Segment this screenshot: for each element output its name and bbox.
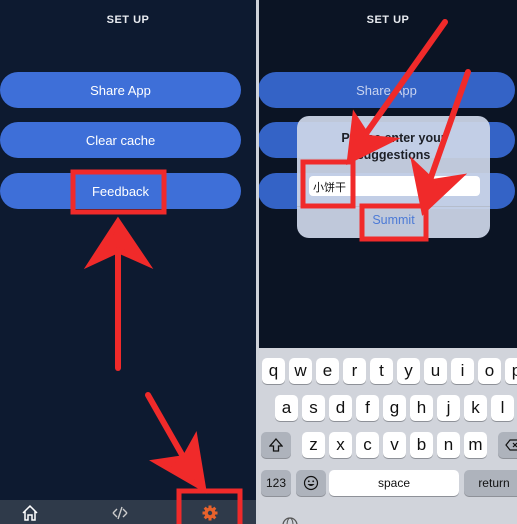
emoji-key[interactable] — [296, 470, 326, 496]
clear-cache-button[interactable]: Clear cache — [0, 122, 241, 158]
delete-key[interactable] — [498, 432, 517, 458]
key-r[interactable]: r — [343, 358, 366, 384]
space-key[interactable]: space — [329, 470, 459, 496]
key-e[interactable]: e — [316, 358, 339, 384]
key-a[interactable]: a — [275, 395, 298, 421]
key-v[interactable]: v — [383, 432, 406, 458]
tab-settings[interactable] — [199, 503, 221, 523]
tab-share[interactable] — [109, 503, 131, 523]
feedback-screen: SET UP Share App Please enter your sugges… — [259, 0, 517, 524]
dialog-separator — [297, 206, 490, 207]
key-k[interactable]: k — [464, 395, 487, 421]
key-z[interactable]: z — [302, 432, 325, 458]
gear-icon — [202, 505, 218, 521]
key-q[interactable]: q — [262, 358, 285, 384]
key-l[interactable]: l — [491, 395, 514, 421]
key-n[interactable]: n — [437, 432, 460, 458]
share-app-button[interactable]: Share App — [259, 72, 515, 108]
shift-key[interactable] — [261, 432, 291, 458]
key-h[interactable]: h — [410, 395, 433, 421]
numbers-key[interactable]: 123 — [261, 470, 291, 496]
shift-icon — [269, 438, 283, 452]
suggestion-dialog: Please enter your suggestions 小饼干 Summit — [297, 116, 490, 238]
return-key[interactable]: return — [464, 470, 517, 496]
key-w[interactable]: w — [289, 358, 312, 384]
keyboard: q w e r t y u i o p a s d f g h j k l z x c v b n m 123 space return — [259, 348, 517, 524]
key-i[interactable]: i — [451, 358, 474, 384]
page-title: SET UP — [106, 14, 150, 26]
key-j[interactable]: j — [437, 395, 460, 421]
share-app-button[interactable]: Share App — [0, 72, 241, 108]
home-icon — [22, 504, 38, 521]
key-y[interactable]: y — [397, 358, 420, 384]
globe-icon[interactable] — [281, 516, 299, 524]
key-u[interactable]: u — [424, 358, 447, 384]
key-x[interactable]: x — [329, 432, 352, 458]
feedback-button[interactable]: Feedback — [0, 173, 241, 209]
key-c[interactable]: c — [356, 432, 379, 458]
dialog-title: Please enter your suggestions — [297, 130, 490, 164]
dialog-title-line1: Please enter your — [341, 131, 446, 145]
key-t[interactable]: t — [370, 358, 393, 384]
key-b[interactable]: b — [410, 432, 433, 458]
key-s[interactable]: s — [302, 395, 325, 421]
suggestion-input[interactable]: 小饼干 — [309, 176, 480, 196]
dialog-title-line2: suggestions — [356, 148, 431, 162]
key-d[interactable]: d — [329, 395, 352, 421]
emoji-icon — [303, 475, 319, 491]
key-m[interactable]: m — [464, 432, 487, 458]
settings-screen: SET UP Share App Clear cache Feedback — [0, 0, 256, 524]
tab-bar — [0, 500, 256, 524]
key-g[interactable]: g — [383, 395, 406, 421]
tab-home[interactable] — [19, 503, 41, 523]
key-o[interactable]: o — [478, 358, 501, 384]
key-p[interactable]: p — [505, 358, 517, 384]
share-arrows-icon — [112, 506, 128, 520]
key-f[interactable]: f — [356, 395, 379, 421]
page-title: SET UP — [366, 14, 410, 26]
backspace-icon — [505, 439, 517, 451]
submit-button[interactable]: Summit — [297, 213, 490, 227]
